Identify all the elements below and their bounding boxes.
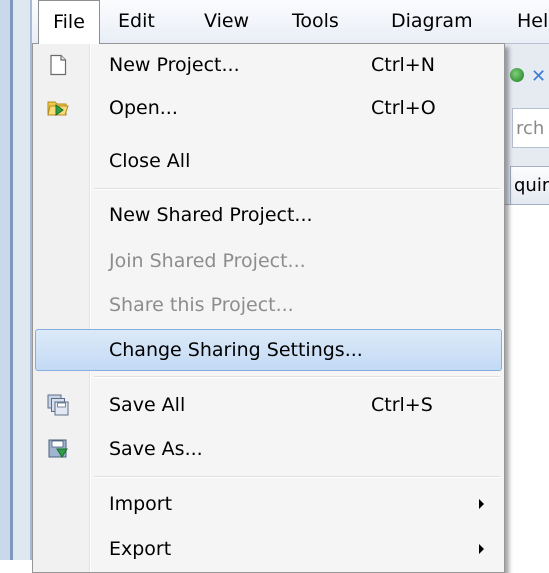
open-folder-icon (47, 97, 69, 119)
menu-separator (94, 476, 500, 478)
menu-item-shortcut: Ctrl+S (371, 394, 433, 416)
search-input[interactable]: rch N (512, 108, 549, 148)
menu-item-open[interactable]: Open... Ctrl+O (35, 88, 502, 128)
new-document-icon (47, 54, 69, 76)
toolbar-icon[interactable]: ✕ (531, 66, 546, 87)
menu-item-shortcut: Ctrl+O (371, 97, 436, 119)
menu-item-label: New Shared Project... (109, 204, 313, 226)
menu-item-shortcut: Ctrl+N (371, 54, 435, 76)
menu-item-new-project[interactable]: New Project... Ctrl+N (35, 45, 502, 85)
save-as-icon (47, 438, 69, 460)
menu-bar: File Edit View Tools Diagram Hel (32, 0, 549, 44)
menu-item-label: Close All (109, 150, 191, 172)
menu-item-label: Save As... (109, 438, 203, 460)
window-left-frame (0, 0, 32, 560)
menu-item-label: Import (109, 493, 173, 515)
menu-item-label: Change Sharing Settings... (109, 339, 363, 361)
menu-file[interactable]: File (38, 0, 100, 44)
menu-tools[interactable]: Tools (292, 0, 339, 43)
menu-item-label: Save All (109, 394, 186, 416)
file-menu: New Project... Ctrl+N Open... Ctrl+O Clo… (32, 43, 505, 573)
menu-separator (94, 376, 500, 378)
menu-item-save-all[interactable]: Save All Ctrl+S (35, 385, 502, 425)
menu-item-save-as[interactable]: Save As... (35, 429, 502, 469)
menu-item-export[interactable]: Export (35, 529, 502, 569)
menu-item-close-all[interactable]: Close All (35, 141, 502, 181)
menu-item-import[interactable]: Import (35, 484, 502, 524)
menu-item-label: Join Shared Project... (109, 250, 306, 272)
menu-diagram[interactable]: Diagram (391, 0, 473, 43)
menu-help[interactable]: Hel (517, 0, 548, 43)
submenu-arrow-icon (479, 499, 484, 509)
save-all-icon (47, 394, 69, 416)
menu-edit[interactable]: Edit (118, 0, 155, 43)
editor-panel (505, 204, 549, 561)
menu-item-label: Open... (109, 97, 178, 119)
menu-item-join-shared-project: Join Shared Project... (35, 241, 502, 281)
tab-requirements[interactable]: quire (510, 166, 549, 204)
submenu-arrow-icon (479, 544, 484, 554)
menu-item-new-shared-project[interactable]: New Shared Project... (35, 195, 502, 235)
menu-item-label: Share this Project... (109, 294, 294, 316)
menu-item-label: Export (109, 538, 172, 560)
run-icon[interactable] (510, 68, 524, 82)
menu-separator (94, 188, 500, 190)
menu-item-change-sharing-settings[interactable]: Change Sharing Settings... (35, 329, 502, 371)
menu-item-share-this-project: Share this Project... (35, 285, 502, 325)
menu-view[interactable]: View (204, 0, 249, 43)
menu-item-label: New Project... (109, 54, 240, 76)
